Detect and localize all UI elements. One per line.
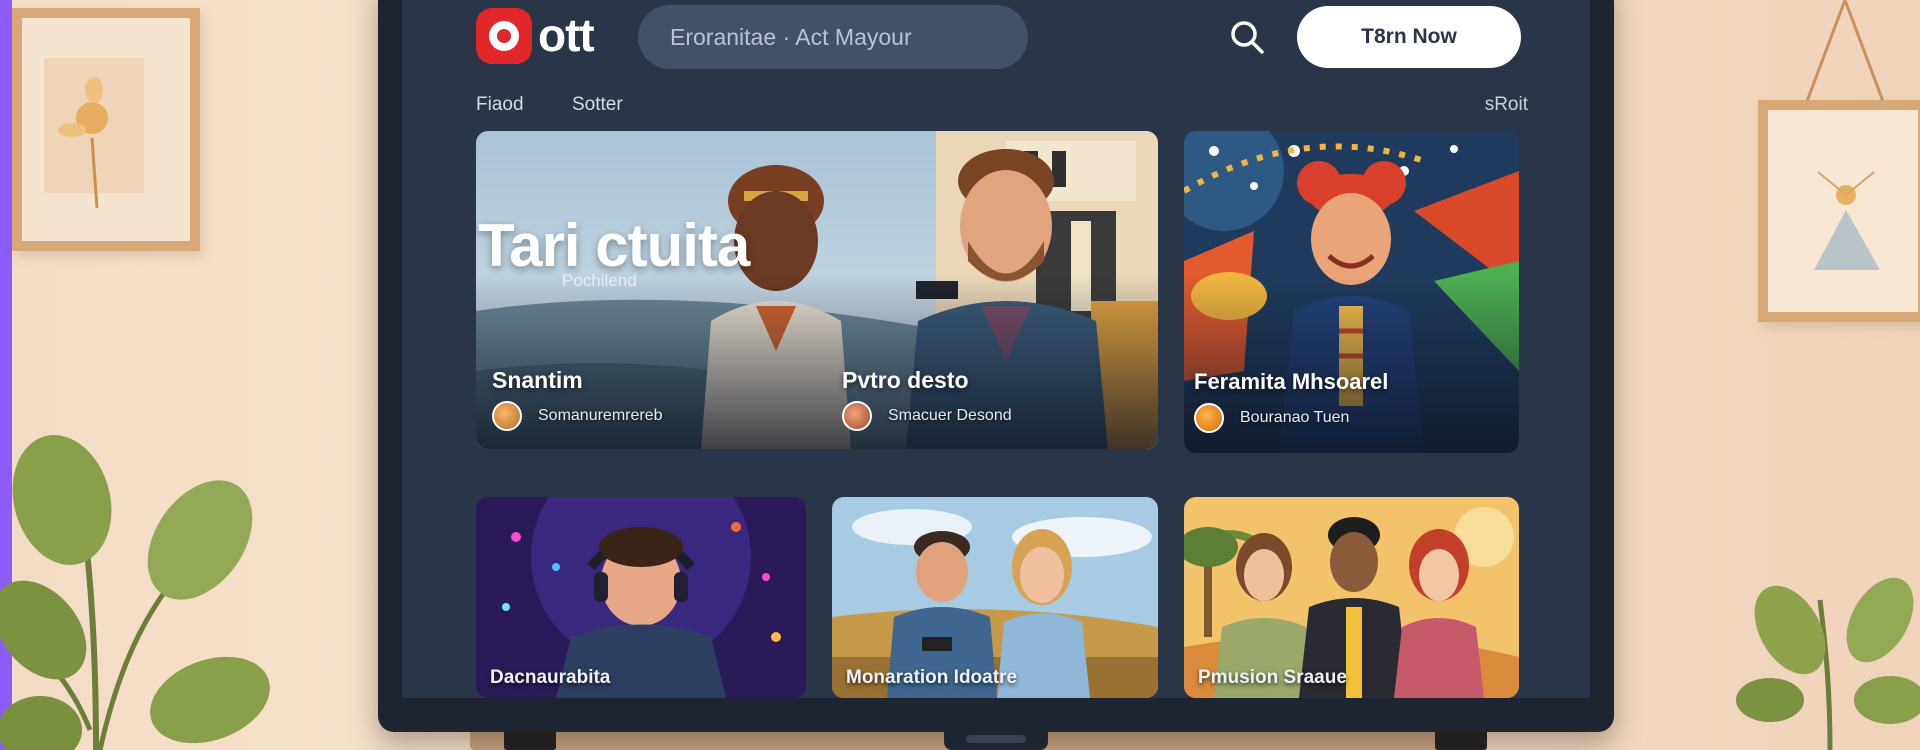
- hero-item-1-title: Snantim: [492, 367, 583, 393]
- flower-artwork: [22, 18, 190, 241]
- row-item-1-title: Dacnaurabita: [490, 667, 611, 688]
- hero-item-2-title: Pvtro desto: [842, 367, 969, 393]
- nav-item-2[interactable]: Sotter: [572, 94, 623, 116]
- search-icon[interactable]: [1228, 18, 1266, 56]
- mountain-artwork: [1768, 110, 1918, 312]
- hero-item-1-meta: Somanuremrereb: [538, 407, 663, 424]
- nav-item-1[interactable]: Fiaod: [476, 94, 524, 116]
- hero-subtitle: Pochilend: [562, 271, 637, 290]
- nav-see-all[interactable]: sRoit: [1485, 94, 1528, 116]
- plant-left-illustration: [0, 435, 270, 750]
- avatar: [492, 401, 522, 431]
- row-item-2-title: Monaration Idoatre: [846, 667, 1018, 688]
- list-item[interactable]: Dacnaurabita: [476, 497, 806, 698]
- frame-hanging-wire: [1804, 0, 1886, 104]
- row-item-3-title: Pmusion Sraaue: [1198, 667, 1347, 688]
- list-item[interactable]: Monaration Idoatre: [832, 497, 1158, 698]
- featured-side-card[interactable]: Feramita Mhsoarel Bouranao Tuen: [1184, 131, 1519, 453]
- watch-now-button[interactable]: T8rn Now: [1297, 6, 1521, 68]
- hero-item-2-meta: Smacuer Desond: [888, 407, 1012, 424]
- side-card-meta: Bouranao Tuen: [1240, 409, 1350, 426]
- plant-right-illustration: [1736, 577, 1920, 750]
- tv-screen: ott Eroranitae · Act Mayour T8rn Now Fia…: [402, 0, 1590, 698]
- search-bar[interactable]: Eroranitae · Act Mayour: [638, 5, 1028, 69]
- wall-frame-left: [12, 8, 200, 251]
- side-card-title: Feramita Mhsoarel: [1194, 369, 1389, 394]
- avatar: [842, 401, 872, 431]
- list-item[interactable]: Pmusion Sraaue: [1184, 497, 1519, 698]
- tv-logo-tab: [944, 730, 1048, 750]
- avatar: [1194, 403, 1224, 433]
- wall-frame-right: [1758, 100, 1920, 322]
- hero-title: Tari ctuita: [478, 212, 750, 279]
- brand-logo-icon[interactable]: [476, 8, 532, 64]
- hero-card[interactable]: Tari ctuita Pochilend Snantim Somanuremr…: [476, 131, 1158, 449]
- brand-name[interactable]: ott: [538, 8, 595, 62]
